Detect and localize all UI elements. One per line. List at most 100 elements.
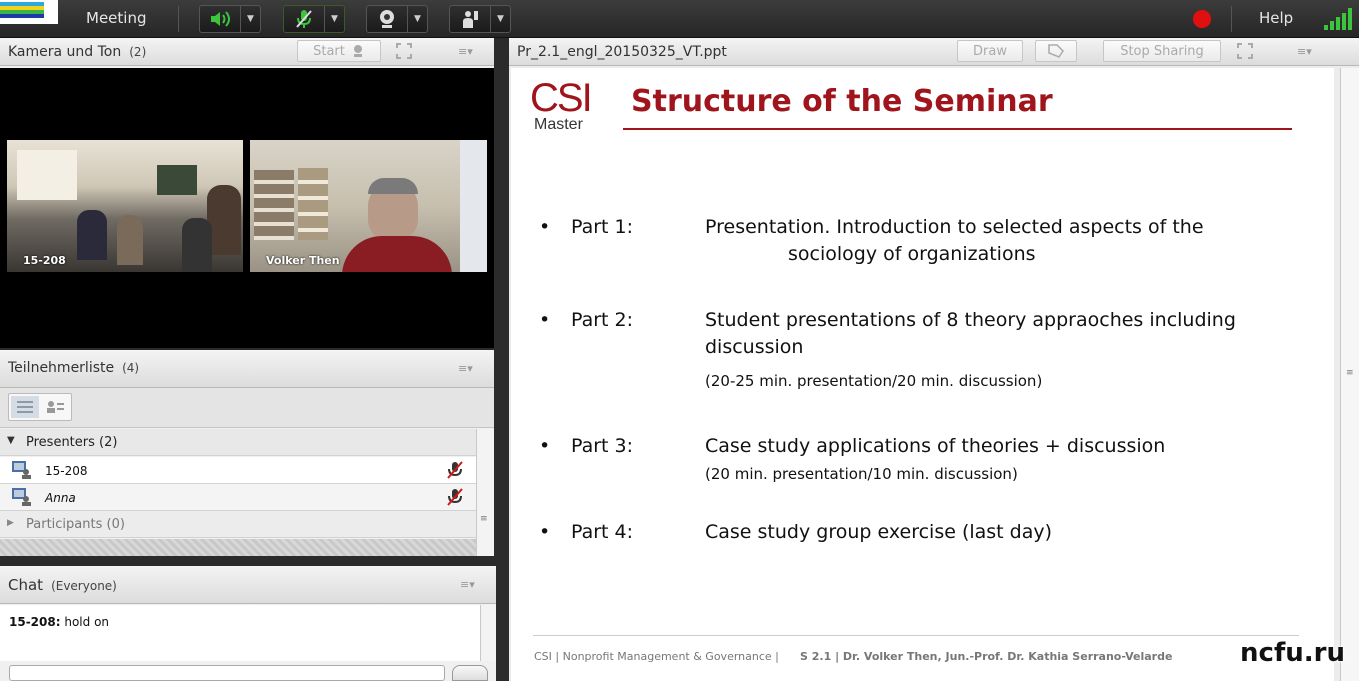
camera-pod-title: Kamera und Ton	[8, 44, 122, 60]
role-view-icon[interactable]	[41, 396, 69, 418]
presenters-group-row[interactable]: ▼ Presenters (2)	[0, 429, 476, 456]
chat-messages: 15-208: hold on	[0, 605, 480, 661]
part-text: Case study group exercise (last day)	[705, 521, 1053, 543]
chat-pod-header: Chat (Everyone) ≡▾	[0, 566, 496, 604]
chat-text: hold on	[64, 615, 110, 629]
share-scrollbar[interactable]: ≡	[1340, 68, 1359, 681]
start-camera-label: Start	[313, 43, 345, 59]
chat-pod-title: Chat	[8, 576, 44, 594]
chat-scrollbar[interactable]	[480, 605, 496, 661]
collapsed-triangle-icon: ▶	[7, 518, 14, 528]
camera-button[interactable]: ▼	[366, 5, 428, 33]
raise-hand-icon	[450, 6, 490, 32]
part-label: Part 2:	[571, 309, 634, 331]
part-text-continued: discussion	[705, 336, 804, 358]
slide-footer-right: S 2.1 | Dr. Volker Then, Jun.-Prof. Dr. …	[800, 650, 1173, 663]
part-text: Presentation. Introduction to selected a…	[705, 216, 1204, 238]
part-text: Case study applications of theories + di…	[705, 435, 1166, 457]
pod-options-icon[interactable]: ≡▾	[1297, 45, 1319, 59]
camera-dropdown-icon[interactable]: ▼	[407, 6, 427, 32]
camera-voice-pod: Kamera und Ton(2) Start ≡▾ 15-208 Volke	[0, 38, 494, 348]
pod-options-icon[interactable]: ≡▾	[458, 45, 480, 59]
microphone-dropdown-icon[interactable]: ▼	[324, 6, 344, 32]
video-tile-15-208[interactable]: 15-208	[7, 140, 243, 272]
csi-logo-subtitle: Master	[534, 116, 583, 133]
app-logo-icon	[0, 0, 58, 24]
bullet-icon: •	[539, 435, 551, 457]
part-text-continued: sociology of organizations	[788, 243, 1036, 265]
empty-list-area	[0, 539, 476, 556]
camera-pod-header: Kamera und Ton (2) Start ≡▾	[0, 38, 494, 66]
webcam-icon	[367, 6, 407, 32]
participants-group-row[interactable]: ▶ Participants (0)	[0, 511, 476, 538]
speaker-icon	[200, 6, 240, 32]
recording-indicator-icon[interactable]	[1193, 10, 1211, 28]
start-camera-button[interactable]: Start	[297, 40, 381, 62]
raise-hand-button[interactable]: ▼	[449, 5, 511, 33]
pod-options-icon[interactable]: ≡▾	[458, 362, 480, 376]
pod-options-icon[interactable]: ≡▾	[460, 578, 482, 592]
part-note: (20 min. presentation/10 min. discussion…	[705, 465, 1018, 483]
slide-footer-left: CSI | Nonprofit Management & Governance …	[534, 650, 779, 663]
expand-triangle-icon: ▼	[7, 435, 15, 446]
presenter-icon	[12, 488, 31, 506]
bullet-icon: •	[539, 521, 551, 543]
attendee-row[interactable]: 15-208	[0, 457, 476, 484]
bullet-icon: •	[539, 309, 551, 331]
meeting-menu[interactable]: Meeting	[86, 9, 146, 27]
help-menu[interactable]: Help	[1259, 9, 1293, 27]
title-underline	[623, 128, 1292, 130]
webcam-small-icon	[353, 45, 362, 57]
fullscreen-icon[interactable]	[1231, 40, 1259, 62]
mic-muted-icon	[447, 461, 463, 479]
slide-title: Structure of the Seminar	[631, 84, 1053, 119]
participants-group-label: Participants (0)	[26, 517, 125, 532]
csi-logo: CSI	[530, 76, 593, 120]
connection-strength-icon	[1324, 8, 1352, 30]
stop-sharing-button[interactable]: Stop Sharing	[1103, 40, 1221, 62]
chat-pod: Chat (Everyone) ≡▾ 15-208: hold on	[0, 566, 496, 681]
attendee-name: 15-208	[45, 464, 88, 478]
video-tile-label: 15-208	[23, 254, 66, 267]
mic-muted-icon	[447, 488, 463, 506]
chat-sender: 15-208:	[9, 615, 61, 629]
attendee-name: Anna	[45, 491, 76, 505]
draw-button[interactable]: Draw	[957, 40, 1023, 62]
part-text: Student presentations of 8 theory apprao…	[705, 309, 1236, 331]
chat-input[interactable]	[9, 665, 445, 681]
camera-pod-count: (2)	[129, 45, 147, 59]
speaker-dropdown-icon[interactable]: ▼	[240, 6, 260, 32]
shared-filename: Pr_2.1_engl_20150325_VT.ppt	[517, 44, 727, 60]
fullscreen-icon[interactable]	[392, 40, 416, 62]
list-view-icon[interactable]	[11, 396, 39, 418]
microphone-button[interactable]: ▼	[283, 5, 345, 33]
presenter-icon	[12, 461, 31, 479]
send-message-button[interactable]	[452, 665, 488, 681]
part-label: Part 4:	[571, 521, 634, 543]
presenters-group-label: Presenters (2)	[26, 435, 118, 450]
attendee-pod-header: Teilnehmerliste (4) ≡▾	[0, 350, 494, 388]
chat-audience: (Everyone)	[51, 579, 117, 593]
presentation-slide: CSI Master Structure of the Seminar • Pa…	[511, 68, 1334, 681]
video-tile-volker-then[interactable]: Volker Then	[250, 140, 487, 272]
footer-divider	[533, 635, 1299, 636]
video-tile-label: Volker Then	[266, 254, 340, 267]
attendee-scrollbar[interactable]: ≡	[476, 429, 494, 556]
pointer-tool-icon[interactable]	[1035, 40, 1077, 62]
status-dropdown-icon[interactable]: ▼	[490, 6, 510, 32]
part-label: Part 3:	[571, 435, 634, 457]
share-pod-header: Pr_2.1_engl_20150325_VT.ppt Draw Stop Sh…	[509, 38, 1359, 66]
video-area: 15-208 Volker Then	[0, 68, 494, 348]
attendee-pod-title: Teilnehmerliste	[8, 360, 115, 376]
attendee-pod-count: (4)	[122, 361, 140, 375]
microphone-muted-icon	[284, 6, 324, 32]
bullet-icon: •	[539, 216, 551, 238]
site-watermark: ncfu.ru	[1240, 638, 1345, 668]
top-menu-bar: Meeting ▼ ▼ ▼ ▼ Help	[0, 0, 1359, 38]
part-label: Part 1:	[571, 216, 634, 238]
attendee-list-pod: Teilnehmerliste (4) ≡▾ ▼ Presenters (2) 1…	[0, 350, 494, 556]
attendee-view-toolbar	[0, 388, 494, 428]
chat-message: 15-208: hold on	[9, 615, 109, 629]
attendee-row[interactable]: Anna	[0, 484, 476, 511]
speaker-button[interactable]: ▼	[199, 5, 261, 33]
